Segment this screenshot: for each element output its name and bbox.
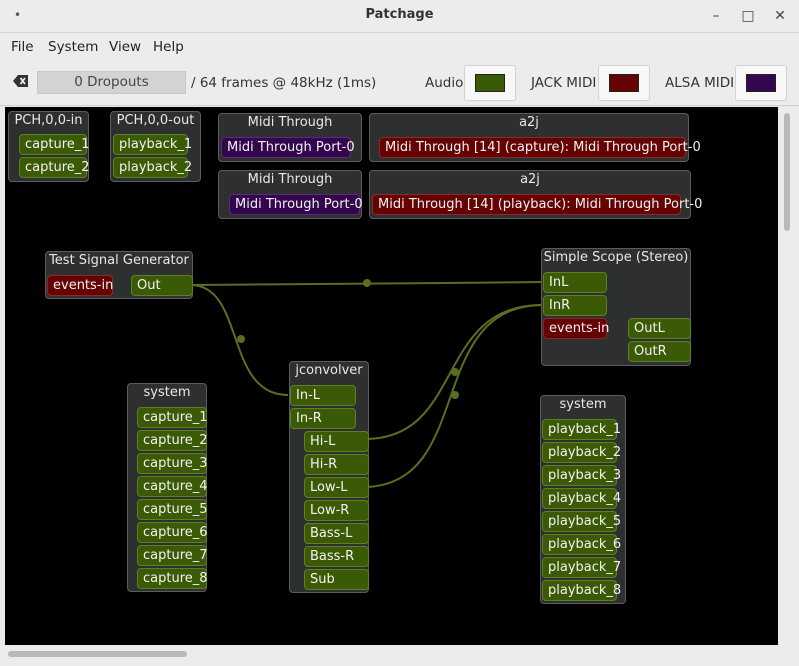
port-scope-inr[interactable]: InR bbox=[543, 295, 607, 316]
port-system-capture-6[interactable]: capture_6 bbox=[137, 522, 208, 543]
alsa-midi-label: ALSA MIDI bbox=[665, 75, 735, 91]
minimize-icon[interactable]: – bbox=[706, 6, 726, 26]
toolbar: 0 Dropouts / 64 frames @ 48kHz (1ms) Aud… bbox=[0, 60, 799, 106]
dropouts-display: 0 Dropouts bbox=[37, 71, 186, 94]
port-system-playback-7[interactable]: playback_7 bbox=[542, 557, 621, 578]
port-system-playback-3[interactable]: playback_3 bbox=[542, 465, 621, 486]
patch-canvas[interactable]: PCH,0,0-in capture_1 capture_2 PCH,0,0-o… bbox=[5, 107, 778, 645]
port-pch-in-capture-1[interactable]: capture_1 bbox=[19, 134, 90, 155]
port-scope-events-in[interactable]: events-in bbox=[543, 318, 609, 339]
close-icon[interactable]: ✕ bbox=[770, 6, 790, 26]
title-bar: • Patchage – □ ✕ bbox=[0, 0, 799, 33]
port-pch-in-capture-2[interactable]: capture_2 bbox=[19, 157, 90, 178]
port-system-capture-3[interactable]: capture_3 bbox=[137, 453, 208, 474]
port-jconv-bass-r[interactable]: Bass-R bbox=[304, 546, 369, 567]
port-midi-through-port-0[interactable]: Midi Through Port-0 bbox=[229, 194, 363, 215]
module-title: system bbox=[559, 397, 607, 412]
module-system-playback[interactable]: system playback_1 playback_2 playback_3 … bbox=[540, 395, 626, 604]
jack-midi-color-swatch bbox=[609, 74, 639, 92]
module-title: Test Signal Generator bbox=[49, 253, 189, 268]
audio-color-swatch bbox=[475, 74, 505, 92]
module-title: PCH,0,0-out bbox=[116, 113, 195, 128]
port-system-playback-1[interactable]: playback_1 bbox=[542, 419, 621, 440]
port-system-capture-4[interactable]: capture_4 bbox=[137, 476, 208, 497]
port-a2j-midi-through-playback[interactable]: Midi Through [14] (playback): Midi Throu… bbox=[372, 194, 702, 215]
menu-view[interactable]: View bbox=[109, 39, 141, 55]
module-title: a2j bbox=[519, 115, 539, 130]
menu-bar: File System View Help bbox=[0, 34, 799, 60]
port-jconv-bass-l[interactable]: Bass-L bbox=[304, 523, 369, 544]
module-title: Midi Through bbox=[247, 115, 333, 130]
port-system-playback-8[interactable]: playback_8 bbox=[542, 580, 621, 601]
alsa-midi-color-button[interactable] bbox=[735, 65, 787, 101]
module-title: Simple Scope (Stereo) bbox=[543, 250, 689, 265]
wire-junction-dot bbox=[237, 335, 245, 343]
port-jconv-sub[interactable]: Sub bbox=[304, 569, 369, 590]
port-pch-out-playback-1[interactable]: playback_1 bbox=[113, 134, 192, 155]
port-system-capture-8[interactable]: capture_8 bbox=[137, 568, 208, 589]
vertical-scrollbar[interactable] bbox=[778, 107, 799, 645]
port-jconv-in-l[interactable]: In-L bbox=[290, 385, 356, 406]
port-jconv-hi-l[interactable]: Hi-L bbox=[304, 431, 369, 452]
module-title: PCH,0,0-in bbox=[14, 113, 83, 128]
menu-file[interactable]: File bbox=[11, 39, 34, 55]
module-simple-scope[interactable]: Simple Scope (Stereo) InL InR events-in … bbox=[541, 248, 691, 366]
module-pch-out[interactable]: PCH,0,0-out playback_1 playback_2 bbox=[110, 111, 201, 182]
module-a2j-playback[interactable]: a2j Midi Through [14] (playback): Midi T… bbox=[369, 170, 702, 219]
audio-label: Audio bbox=[425, 75, 464, 91]
module-test-signal-generator[interactable]: Test Signal Generator events-in Out bbox=[45, 251, 193, 299]
port-jconv-low-r[interactable]: Low-R bbox=[304, 500, 369, 521]
module-jconvolver[interactable]: jconvolver In-L In-R Hi-L Hi-R Low-L Low… bbox=[289, 361, 369, 593]
module-midi-through-capture[interactable]: Midi Through Midi Through Port-0 bbox=[218, 113, 362, 162]
buffer-info: / 64 frames @ 48kHz (1ms) bbox=[191, 75, 377, 91]
port-system-capture-1[interactable]: capture_1 bbox=[137, 407, 208, 428]
module-midi-through-playback[interactable]: Midi Through Midi Through Port-0 bbox=[218, 170, 363, 219]
backspace-clear-icon[interactable] bbox=[13, 74, 29, 88]
wire-junction-dot bbox=[363, 279, 371, 287]
horizontal-scrollbar[interactable] bbox=[0, 645, 799, 666]
maximize-icon[interactable]: □ bbox=[738, 6, 758, 26]
port-tsg-events-in[interactable]: events-in bbox=[47, 275, 113, 296]
port-pch-out-playback-2[interactable]: playback_2 bbox=[113, 157, 192, 178]
module-title: jconvolver bbox=[295, 363, 363, 378]
port-midi-through-port-0[interactable]: Midi Through Port-0 bbox=[221, 137, 355, 158]
wire-junction-dot bbox=[451, 391, 459, 399]
jack-midi-color-button[interactable] bbox=[598, 65, 650, 101]
module-system-capture[interactable]: system capture_1 capture_2 capture_3 cap… bbox=[127, 383, 208, 592]
port-system-playback-5[interactable]: playback_5 bbox=[542, 511, 621, 532]
vertical-scroll-thumb[interactable] bbox=[784, 113, 790, 231]
horizontal-scroll-thumb[interactable] bbox=[8, 651, 187, 657]
port-system-playback-2[interactable]: playback_2 bbox=[542, 442, 621, 463]
port-a2j-midi-through-capture[interactable]: Midi Through [14] (capture): Midi Throug… bbox=[379, 137, 701, 158]
port-system-playback-4[interactable]: playback_4 bbox=[542, 488, 621, 509]
port-system-capture-2[interactable]: capture_2 bbox=[137, 430, 208, 451]
module-title: Midi Through bbox=[247, 172, 333, 187]
port-scope-outl[interactable]: OutL bbox=[628, 318, 691, 339]
audio-color-button[interactable] bbox=[464, 65, 516, 101]
menu-help[interactable]: Help bbox=[153, 39, 184, 55]
module-a2j-capture[interactable]: a2j Midi Through [14] (capture): Midi Th… bbox=[369, 113, 701, 162]
window-title: Patchage bbox=[365, 7, 434, 22]
menu-system[interactable]: System bbox=[48, 39, 98, 55]
port-jconv-low-l[interactable]: Low-L bbox=[304, 477, 369, 498]
port-scope-outr[interactable]: OutR bbox=[628, 341, 691, 362]
port-system-capture-5[interactable]: capture_5 bbox=[137, 499, 208, 520]
port-jconv-hi-r[interactable]: Hi-R bbox=[304, 454, 369, 475]
module-title: system bbox=[143, 385, 191, 400]
port-system-playback-6[interactable]: playback_6 bbox=[542, 534, 621, 555]
wire-junction-dot bbox=[451, 368, 459, 376]
module-title: a2j bbox=[520, 172, 540, 187]
port-scope-inl[interactable]: InL bbox=[543, 272, 607, 293]
module-pch-in[interactable]: PCH,0,0-in capture_1 capture_2 bbox=[8, 111, 90, 182]
alsa-midi-color-swatch bbox=[746, 74, 776, 92]
port-tsg-out[interactable]: Out bbox=[131, 275, 193, 296]
jack-midi-label: JACK MIDI bbox=[531, 75, 597, 91]
port-jconv-in-r[interactable]: In-R bbox=[290, 408, 356, 429]
port-system-capture-7[interactable]: capture_7 bbox=[137, 545, 208, 566]
